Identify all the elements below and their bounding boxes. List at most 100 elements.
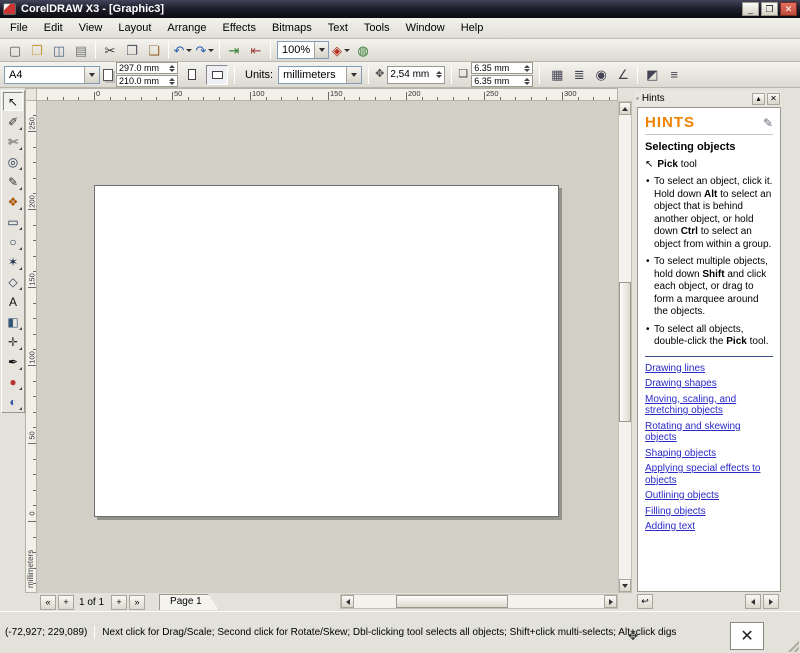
crop-tool-button[interactable]: ✄ <box>3 132 23 151</box>
spinner-icon[interactable] <box>524 77 531 85</box>
pick-tool-button[interactable]: ↖ <box>3 92 23 111</box>
eyedropper-tool-button[interactable]: ✛ <box>3 332 23 351</box>
hint-link[interactable]: Outlining objects <box>645 490 773 502</box>
print-button[interactable]: ▤ <box>70 40 92 60</box>
paper-size-combo[interactable]: A4 <box>4 65 100 84</box>
menu-bitmaps[interactable]: Bitmaps <box>264 19 320 37</box>
menu-text[interactable]: Text <box>320 19 356 37</box>
horizontal-ruler[interactable]: 0 50 100 150 200 250 300 <box>37 88 618 101</box>
shape-tool-button[interactable]: ✐ <box>3 112 23 131</box>
scroll-down-button[interactable] <box>619 579 631 592</box>
horizontal-scroll-thumb[interactable] <box>396 595 508 608</box>
vertical-scroll-thumb[interactable] <box>619 282 631 422</box>
spinner-icon[interactable] <box>436 71 443 78</box>
restore-button[interactable]: ❐ <box>761 2 778 16</box>
hint-link[interactable]: Adding text <box>645 521 773 533</box>
snap-to-grid-button[interactable]: ▦ <box>546 65 568 85</box>
chevron-down-icon[interactable] <box>208 48 215 52</box>
freehand-tool-button[interactable]: ✎ <box>3 172 23 191</box>
docker-collapse-button[interactable]: ▴ <box>752 92 765 105</box>
text-tool-button[interactable]: A <box>3 292 23 311</box>
save-button[interactable]: ◫ <box>48 40 70 60</box>
hint-link[interactable]: Drawing shapes <box>645 378 773 390</box>
hint-link[interactable]: Filling objects <box>645 506 773 518</box>
add-page-after-button[interactable]: + <box>111 594 128 610</box>
menu-tools[interactable]: Tools <box>356 19 398 37</box>
copy-button[interactable]: ❐ <box>121 40 143 60</box>
add-page-before-button[interactable]: + <box>58 594 74 610</box>
title-bar[interactable]: CorelDRAW X3 - [Graphic3] _ ❐ ✕ <box>0 0 800 18</box>
menu-arrange[interactable]: Arrange <box>159 19 214 37</box>
options-button[interactable]: ≡ <box>663 65 685 85</box>
drawing-area[interactable] <box>37 101 618 593</box>
duplicate-y-field[interactable]: 6.35 mm <box>471 75 534 87</box>
portrait-button[interactable] <box>181 65 203 85</box>
minimize-button[interactable]: _ <box>742 2 759 16</box>
hints-forward-button[interactable] <box>763 594 779 609</box>
last-page-button[interactable]: » <box>129 594 146 610</box>
paper-width-field[interactable]: 297.0 mm <box>116 62 178 74</box>
menu-view[interactable]: View <box>71 19 111 37</box>
hint-link[interactable]: Shaping objects <box>645 448 773 460</box>
vertical-ruler[interactable]: 250 200 150 100 50 0 <box>25 101 37 593</box>
menu-help[interactable]: Help <box>453 19 492 37</box>
snap-to-guidelines-button[interactable]: ≣ <box>568 65 590 85</box>
fill-tool-button[interactable]: ● <box>3 372 23 391</box>
hint-link[interactable]: Applying special effects to objects <box>645 463 773 486</box>
new-button[interactable]: ▢ <box>4 40 26 60</box>
cut-button[interactable]: ✂ <box>99 40 121 60</box>
hint-link[interactable]: Moving, scaling, and stretching objects <box>645 394 773 417</box>
units-combo[interactable]: millimeters <box>278 65 363 84</box>
smart-fill-tool-button[interactable]: ❖ <box>3 192 23 211</box>
page-tab[interactable]: Page 1 <box>159 594 219 610</box>
chevron-down-icon[interactable] <box>346 66 362 83</box>
hints-docker-titlebar[interactable]: ▪ Hints ▴ ✕ <box>634 91 782 106</box>
hint-link[interactable]: Drawing lines <box>645 363 773 375</box>
hints-back-button[interactable] <box>745 594 761 609</box>
redo-button[interactable]: ↷ <box>194 40 216 60</box>
menu-edit[interactable]: Edit <box>36 19 71 37</box>
paste-button[interactable]: ❏ <box>143 40 165 60</box>
page-canvas[interactable] <box>94 185 559 517</box>
hints-home-button[interactable]: ↩ <box>637 594 653 609</box>
import-button[interactable]: ⇥ <box>223 40 245 60</box>
chevron-down-icon[interactable] <box>314 42 328 58</box>
duplicate-x-field[interactable]: 6.35 mm <box>471 62 534 74</box>
zoom-tool-button[interactable]: ◎ <box>3 152 23 171</box>
chevron-down-icon[interactable] <box>84 66 99 83</box>
treat-as-filled-button[interactable]: ◩ <box>641 65 663 85</box>
corel-online-button[interactable]: ◍ <box>352 40 374 60</box>
menu-file[interactable]: File <box>2 19 36 37</box>
interactive-blend-tool-button[interactable]: ◧ <box>3 312 23 331</box>
chevron-down-icon[interactable] <box>186 48 193 52</box>
open-button[interactable]: ❒ <box>26 40 48 60</box>
snap-to-objects-button[interactable]: ◉ <box>590 65 612 85</box>
export-button[interactable]: ⇤ <box>245 40 267 60</box>
spinner-icon[interactable] <box>169 64 175 72</box>
zoom-level-combo[interactable]: 100% <box>277 41 329 59</box>
first-page-button[interactable]: « <box>40 594 56 610</box>
application-launcher-button[interactable]: ◈ <box>330 40 352 60</box>
dynamic-guides-button[interactable]: ∠ <box>612 65 634 85</box>
basic-shapes-tool-button[interactable]: ◇ <box>3 272 23 291</box>
ruler-origin-corner[interactable] <box>25 88 37 101</box>
undo-button[interactable]: ↶ <box>172 40 194 60</box>
scroll-up-button[interactable] <box>619 102 631 115</box>
no-color-swatch[interactable]: ✕ <box>730 622 765 650</box>
menu-effects[interactable]: Effects <box>215 19 264 37</box>
rectangle-tool-button[interactable]: ▭ <box>3 212 23 231</box>
polygon-tool-button[interactable]: ✶ <box>3 252 23 271</box>
window-resize-grip[interactable] <box>786 639 799 652</box>
horizontal-scrollbar[interactable] <box>340 594 618 609</box>
palette-scroll-icon[interactable]: ✥ <box>628 629 638 643</box>
scroll-right-button[interactable] <box>604 595 617 608</box>
ellipse-tool-button[interactable]: ○ <box>3 232 23 251</box>
interactive-fill-tool-button[interactable]: ◐ <box>3 392 23 411</box>
outline-tool-button[interactable]: ✒ <box>3 352 23 371</box>
menu-window[interactable]: Window <box>398 19 453 37</box>
close-button[interactable]: ✕ <box>780 2 797 16</box>
hint-link[interactable]: Rotating and skewing objects <box>645 421 773 444</box>
spinner-icon[interactable] <box>524 64 531 72</box>
landscape-button[interactable] <box>206 64 228 85</box>
spinner-icon[interactable] <box>169 77 175 85</box>
